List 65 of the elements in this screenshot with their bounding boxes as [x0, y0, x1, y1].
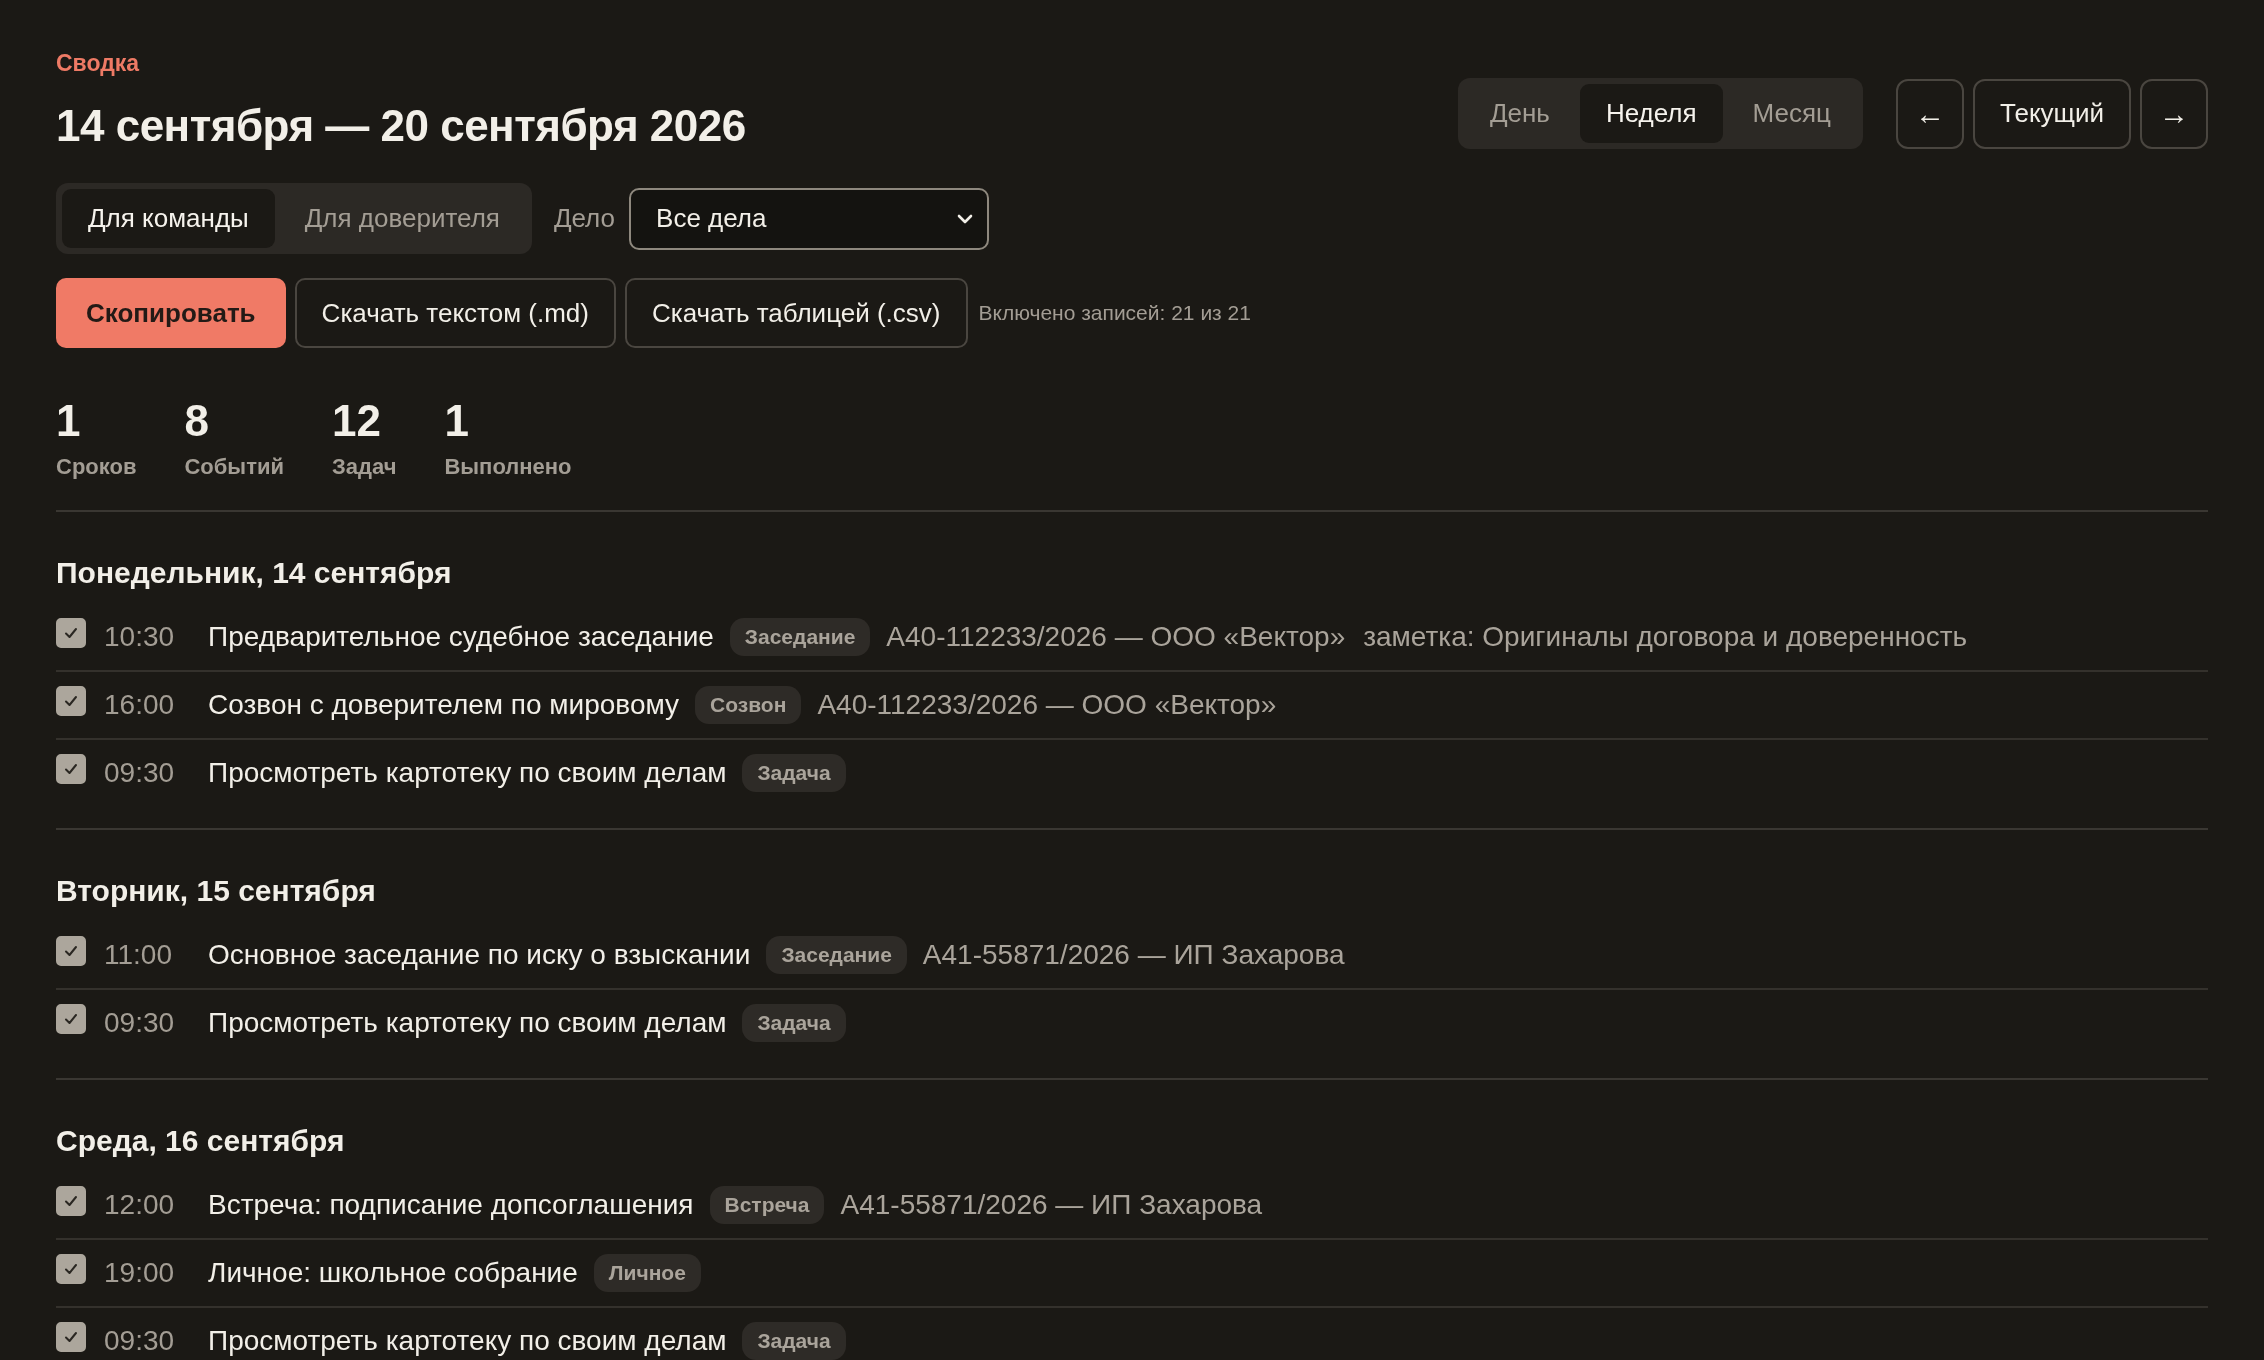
event-title: Просмотреть картотеку по своим делам — [208, 757, 727, 789]
section-label: Сводка — [56, 50, 141, 77]
stat-value: 8 — [184, 396, 210, 446]
stat-label: Событий — [184, 454, 284, 480]
event-title: Созвон с доверителем по мировому — [208, 689, 680, 721]
included-count: Включено записей: 21 из 21 — [978, 301, 1251, 325]
current-button[interactable]: Текущий — [1973, 78, 2131, 149]
event-time: 19:00 — [104, 1257, 176, 1289]
checkbox[interactable] — [56, 754, 86, 784]
checkbox[interactable] — [56, 1186, 86, 1216]
event-tag: Встреча — [709, 1186, 825, 1224]
audience-tab[interactable]: Для команды — [62, 189, 275, 248]
event-title: Встреча: подписание допсоглашения — [208, 1189, 694, 1221]
event-time: 09:30 — [104, 757, 176, 789]
audience-tab[interactable]: Для доверителя — [278, 189, 526, 248]
event-tag: Созвон — [695, 686, 802, 724]
stat-label: Сроков — [56, 454, 137, 480]
event-tag: Задача — [742, 754, 846, 792]
previous-button[interactable]: ← — [1896, 78, 1964, 149]
case-reference: А41-55871/2026 — ИП Захарова — [922, 939, 1345, 971]
checkbox[interactable] — [56, 936, 86, 966]
event-title: Основное заседание по иску о взыскании — [208, 939, 751, 971]
stat-value: 12 — [332, 396, 382, 446]
event-tag: Задача — [742, 1004, 846, 1042]
stat-value: 1 — [444, 396, 470, 446]
period-tab[interactable]: Месяц — [1726, 84, 1857, 143]
download-button[interactable]: Скачать таблицей (.csv) — [624, 278, 968, 348]
case-select[interactable]: Все дела — [629, 187, 990, 250]
copy-button[interactable]: Скопировать — [56, 278, 286, 348]
chevron-down-icon — [957, 213, 974, 224]
event-title: Предварительное судебное заседание — [208, 621, 714, 653]
event-time: 09:30 — [104, 1325, 176, 1357]
event-tag: Личное — [593, 1254, 701, 1292]
checkbox[interactable] — [56, 1004, 86, 1034]
period-tab[interactable]: День — [1463, 84, 1576, 143]
day-heading: Среда, 16 сентября — [56, 1124, 346, 1158]
event-time: 09:30 — [104, 1007, 176, 1039]
download-button[interactable]: Скачать текстом (.md) — [294, 278, 616, 348]
event-time: 11:00 — [104, 939, 173, 971]
case-reference: А40-112233/2026 — ООО «Вектор» — [817, 689, 1277, 721]
event-tag: Заседание — [766, 936, 907, 974]
checkbox[interactable] — [56, 1322, 86, 1352]
checkbox[interactable] — [56, 1254, 86, 1284]
event-time: 16:00 — [104, 689, 176, 721]
event-title: Просмотреть картотеку по своим делам — [208, 1325, 727, 1357]
event-tag: Заседание — [729, 618, 871, 656]
case-reference: А40-112233/2026 — ООО «Вектор» — [886, 621, 1346, 653]
page-title: 14 сентября — 20 сентября 2026 — [56, 101, 747, 151]
stat-label: Задач — [332, 454, 397, 480]
checkbox[interactable] — [56, 686, 86, 716]
event-time: 12:00 — [104, 1189, 176, 1221]
event-title: Просмотреть картотеку по своим делам — [208, 1007, 727, 1039]
case-label: Дело — [553, 203, 616, 234]
day-heading: Понедельник, 14 сентября — [56, 556, 453, 590]
day-heading: Вторник, 15 сентября — [56, 874, 377, 908]
period-tab[interactable]: Неделя — [1579, 84, 1723, 143]
event-title: Личное: школьное собрание — [208, 1257, 578, 1289]
checkbox[interactable] — [56, 618, 86, 648]
event-time: 10:30 — [104, 621, 176, 653]
case-reference: А41-55871/2026 — ИП Захарова — [840, 1189, 1263, 1221]
stat-value: 1 — [56, 396, 82, 446]
event-tag: Задача — [742, 1322, 846, 1360]
next-button[interactable]: → — [2140, 78, 2208, 149]
stat-label: Выполнено — [444, 454, 572, 480]
event-note: заметка: Оригиналы договора и доверенность — [1363, 621, 1968, 653]
